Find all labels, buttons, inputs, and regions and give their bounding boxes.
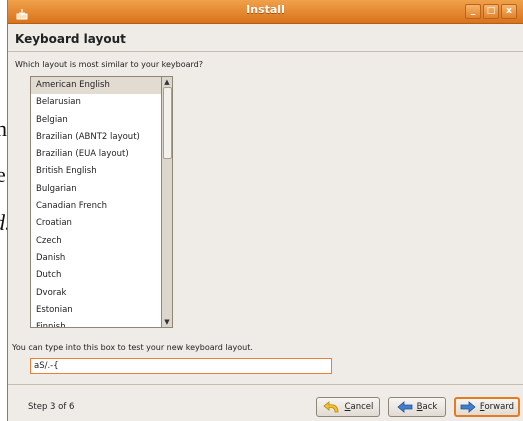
keyboard-test-input[interactable] xyxy=(30,358,332,374)
layout-item[interactable]: Canadian French xyxy=(31,198,161,215)
undo-arrow-icon xyxy=(322,400,341,414)
cancel-button[interactable]: Cancel xyxy=(316,397,380,417)
scroll-down-icon[interactable]: ▼ xyxy=(163,318,171,326)
layout-item[interactable]: Danish xyxy=(31,250,161,267)
back-arrow-icon xyxy=(397,401,413,413)
close-button[interactable]: x xyxy=(501,4,517,19)
window-title: Install xyxy=(246,3,285,16)
page-title: Keyboard layout xyxy=(15,32,126,46)
layout-item[interactable]: Croatian xyxy=(31,215,161,232)
layout-item[interactable]: Finnish xyxy=(31,319,161,327)
scroll-thumb[interactable] xyxy=(163,87,172,159)
layout-item[interactable]: Czech xyxy=(31,233,161,250)
layout-item[interactable]: Dvorak xyxy=(31,285,161,302)
layout-item[interactable]: Brazilian (ABNT2 layout) xyxy=(31,129,161,146)
close-icon: x xyxy=(506,6,512,16)
scroll-up-icon[interactable]: ▲ xyxy=(163,78,171,86)
back-label: Back xyxy=(416,402,438,412)
cancel-label: Cancel xyxy=(344,402,374,412)
layout-item[interactable]: Belarusian xyxy=(31,94,161,111)
layout-item[interactable]: American English xyxy=(31,77,161,95)
forward-arrow-icon xyxy=(460,401,476,413)
layout-item[interactable]: Estonian xyxy=(31,302,161,319)
layout-item[interactable]: British English xyxy=(31,163,161,180)
title-bar[interactable]: Install _ □ x xyxy=(8,0,523,24)
header-divider xyxy=(8,51,523,52)
layout-question: Which layout is most similar to your key… xyxy=(15,60,204,69)
footer-divider xyxy=(8,384,523,385)
layout-item[interactable]: Belgian xyxy=(31,112,161,129)
forward-button[interactable]: Forward xyxy=(454,397,520,417)
background-text-1: n xyxy=(0,116,7,141)
test-hint: You can type into this box to test your … xyxy=(12,343,253,352)
minimize-button[interactable]: _ xyxy=(465,4,481,19)
step-indicator: Step 3 of 6 xyxy=(28,402,75,412)
maximize-icon: □ xyxy=(486,6,496,16)
forward-label: Forward xyxy=(479,402,515,412)
layout-item[interactable]: Dutch xyxy=(31,267,161,284)
minimize-icon: _ xyxy=(470,6,476,16)
back-button[interactable]: Back xyxy=(388,397,446,417)
background-text-2: e xyxy=(0,162,6,187)
maximize-button[interactable]: □ xyxy=(483,4,499,19)
installer-window: Install _ □ x Keyboard layout Which layo… xyxy=(7,0,523,421)
layout-item[interactable]: Brazilian (EUA layout) xyxy=(31,146,161,163)
layout-item[interactable]: Bulgarian xyxy=(31,181,161,198)
layout-list[interactable]: American English Belarusian Belgian Braz… xyxy=(30,76,162,328)
layout-list-scrollbar[interactable]: ▲ ▼ xyxy=(162,76,173,328)
